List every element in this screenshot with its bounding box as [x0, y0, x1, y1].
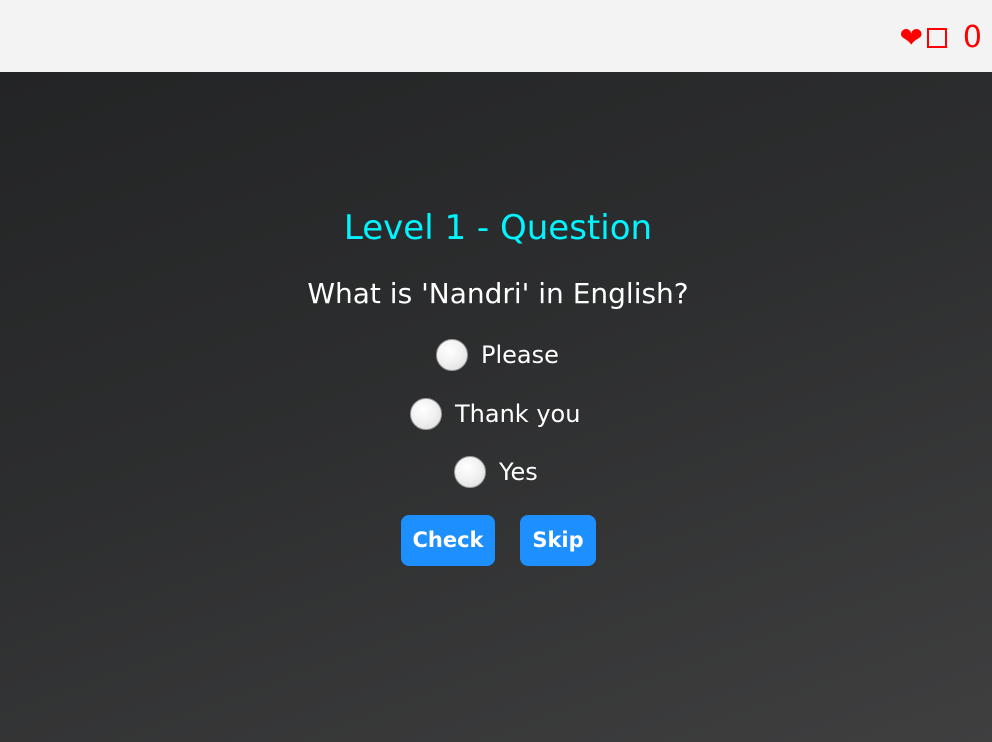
answer-option-please[interactable]: Please [436, 335, 559, 375]
top-bar: ❤ 0 [0, 0, 992, 72]
heart-icon: ❤ [899, 21, 923, 54]
radio-button[interactable] [436, 339, 468, 371]
option-label: Yes [499, 458, 538, 486]
level-title: Level 1 - Question [343, 208, 653, 248]
square-icon [926, 28, 947, 48]
radio-button[interactable] [410, 398, 442, 430]
radio-button[interactable] [454, 456, 486, 488]
quiz-stage: Level 1 - Question What is 'Nandri' in E… [0, 72, 992, 742]
score-display: ❤ 0 [899, 18, 982, 58]
question-text: What is 'Nandri' in English? [307, 277, 689, 310]
option-label: Thank you [455, 400, 581, 428]
check-button[interactable]: Check [401, 515, 495, 566]
answer-option-yes[interactable]: Yes [454, 452, 538, 492]
score-value: 0 [962, 20, 982, 55]
option-label: Please [481, 341, 559, 369]
answer-option-thank-you[interactable]: Thank you [410, 394, 580, 434]
skip-button[interactable]: Skip [520, 515, 596, 566]
